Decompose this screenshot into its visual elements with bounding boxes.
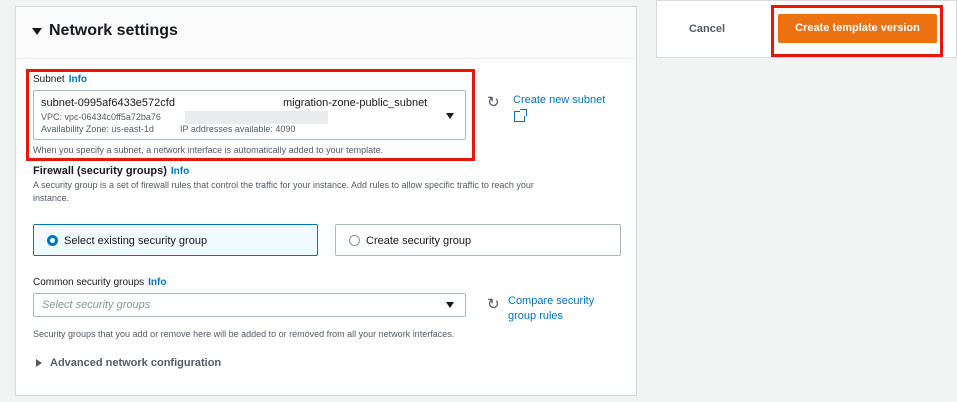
highlight-create-button	[771, 5, 943, 57]
compare-line1: Compare security	[508, 295, 595, 307]
section-title: Network settings	[49, 22, 178, 39]
radio-create[interactable]	[349, 235, 360, 246]
highlight-subnet	[26, 69, 475, 161]
security-groups-select[interactable]: Select security groups	[33, 293, 466, 317]
cancel-button[interactable]: Cancel	[676, 16, 738, 42]
option-existing-security-group[interactable]: Select existing security group	[33, 224, 318, 256]
dropdown-caret-icon	[446, 302, 454, 308]
refresh-icon[interactable]: ↻	[487, 297, 500, 312]
firewall-label: Firewall (security groups) Info	[33, 164, 189, 179]
refresh-icon[interactable]: ↻	[487, 95, 500, 110]
security-groups-placeholder: Select security groups	[42, 299, 151, 311]
firewall-label-text: Firewall (security groups)	[33, 165, 167, 177]
caret-down-icon	[32, 28, 42, 35]
option-existing-label: Select existing security group	[64, 235, 208, 247]
firewall-desc-line1: A security group is a set of firewall ru…	[33, 180, 534, 190]
create-new-subnet-link[interactable]: Create new subnet	[513, 93, 605, 108]
option-create-security-group[interactable]: Create security group	[335, 224, 621, 256]
caret-right-icon[interactable]	[36, 359, 42, 367]
external-link-icon[interactable]	[514, 109, 527, 122]
common-sg-label: Common security groups Info	[33, 276, 166, 290]
firewall-desc-line2: instance.	[33, 193, 70, 203]
compare-line2: group rules	[508, 310, 564, 322]
radio-existing[interactable]	[47, 235, 58, 246]
common-sg-info-link[interactable]: Info	[148, 277, 166, 288]
firewall-info-link[interactable]: Info	[171, 166, 189, 177]
common-sg-label-text: Common security groups	[33, 277, 145, 288]
common-sg-help: Security groups that you add or remove h…	[33, 329, 455, 339]
option-create-label: Create security group	[366, 235, 472, 247]
advanced-network-configuration-toggle[interactable]: Advanced network configuration	[50, 357, 221, 369]
compare-security-group-rules-link[interactable]: Compare security group rules	[508, 294, 594, 324]
panel-header[interactable]: Network settings	[16, 7, 636, 59]
